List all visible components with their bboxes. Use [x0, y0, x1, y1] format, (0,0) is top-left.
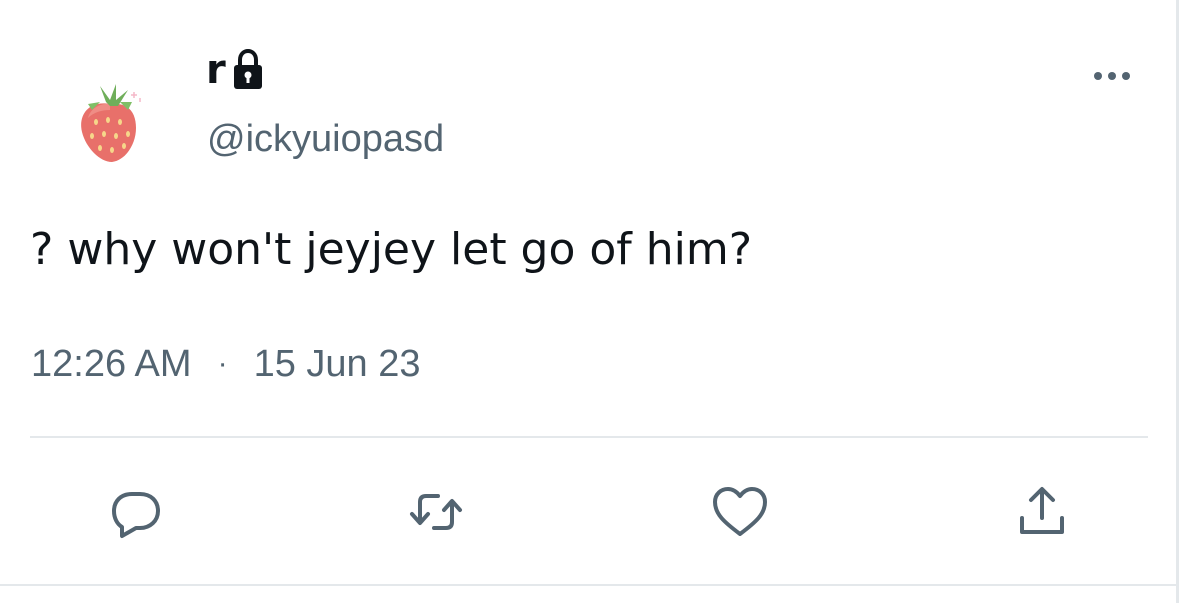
lock-icon: [230, 48, 266, 92]
display-name-row[interactable]: r: [206, 44, 266, 96]
retweet-icon: [410, 494, 462, 530]
tweet-date[interactable]: 15 Jun 23: [254, 343, 421, 386]
reply-icon: [112, 492, 160, 538]
meta-separator: ·: [217, 347, 228, 380]
bottom-border: [0, 584, 1179, 586]
retweet-button[interactable]: [404, 480, 468, 544]
more-options-icon[interactable]: [1092, 64, 1136, 88]
avatar[interactable]: [70, 78, 150, 164]
tweet-card: r @ickyuiopasd ? why won't jeyjey let go…: [0, 0, 1179, 603]
tweet-timestamp[interactable]: 12:26 AM · 15 Jun 23: [31, 336, 420, 392]
tweet-text: ? why won't jeyjey let go of him?: [30, 224, 753, 275]
share-icon: [1020, 487, 1064, 534]
like-button[interactable]: [708, 480, 772, 544]
tweet-time[interactable]: 12:26 AM: [31, 343, 192, 386]
divider: [30, 436, 1148, 438]
share-button[interactable]: [1010, 480, 1074, 544]
display-name[interactable]: r: [206, 44, 226, 96]
strawberry-avatar-icon: [81, 84, 141, 162]
handle[interactable]: @ickyuiopasd: [207, 114, 444, 164]
heart-icon: [713, 487, 767, 536]
reply-button[interactable]: [104, 480, 168, 544]
